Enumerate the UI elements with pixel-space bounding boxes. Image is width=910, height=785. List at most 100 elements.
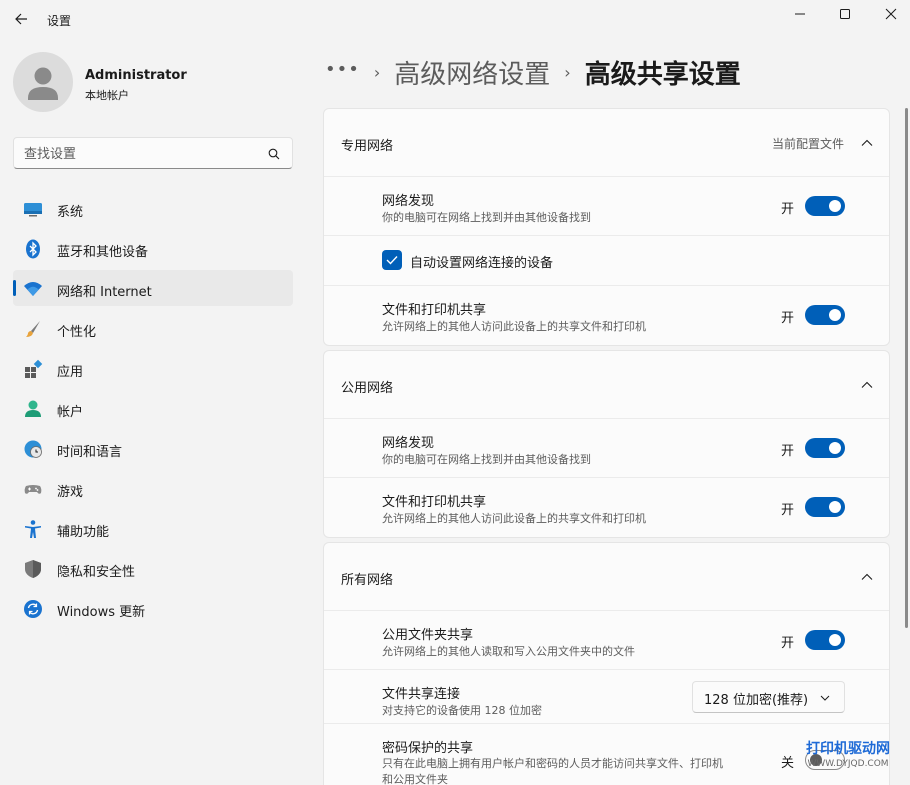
sidebar-item-system[interactable]: 系统 [13,190,293,226]
chevron-up-icon[interactable] [861,379,873,391]
back-button[interactable] [12,9,32,29]
scrollbar[interactable] [905,108,908,628]
update-icon [24,600,42,618]
brush-icon [26,321,40,337]
close-icon [885,8,897,20]
file-sharing-connection-row: 文件共享连接 对支持它的设备使用 128 位加密 128 位加密(推荐) [324,670,889,724]
sidebar-item-label: 蓝牙和其他设备 [57,245,149,260]
private-file-print-row: 文件和打印机共享 允许网络上的其他人访问此设备上的共享文件和打印机 开 [324,286,889,345]
sidebar-item-network[interactable]: 网络和 Internet [13,270,293,306]
password-protected-sharing-row: 密码保护的共享 只有在此电脑上拥有用户帐户和密码的人员才能访问共享文件、打印机 … [324,724,889,785]
sidebar-item-apps[interactable]: 应用 [13,350,293,386]
sidebar-item-label: 时间和语言 [57,445,123,460]
dropdown-selected-value: 128 位加密(推荐) [704,693,809,708]
public-file-print-row: 文件和打印机共享 允许网络上的其他人访问此设备上的共享文件和打印机 开 [324,478,889,537]
chevron-up-icon[interactable] [861,137,873,149]
toggle-state-label: 开 [780,636,794,651]
sidebar-item-windows-update[interactable]: Windows 更新 [13,590,293,626]
sidebar-item-label: 系统 [57,205,84,220]
toggle-state-label: 开 [780,311,794,326]
setting-title: 文件和打印机共享 [382,495,487,510]
search-input[interactable] [24,144,254,164]
sidebar-item-accessibility[interactable]: 辅助功能 [13,510,293,546]
all-networks-header[interactable]: 所有网络 [324,543,889,611]
section-title: 专用网络 [341,139,394,154]
auto-setup-row: 自动设置网络连接的设备 [324,236,889,286]
search-box[interactable] [13,137,293,169]
sidebar-item-label: 隐私和安全性 [57,565,136,580]
toggle-state-label: 关 [780,756,794,771]
sidebar-item-label: 应用 [57,365,84,380]
maximize-icon [840,9,850,19]
setting-title: 文件和打印机共享 [382,303,487,318]
user-profile[interactable]: Administrator 本地帐户 [13,52,293,116]
network-discovery-toggle[interactable] [805,438,845,458]
setting-description: 你的电脑可在网络上找到并由其他设备找到 [382,453,591,466]
setting-description-line: 和公用文件夹 [382,773,448,785]
search-icon[interactable] [268,148,280,160]
watermark-logo: 打印机驱动网 WWW.DYJQD.COM [806,738,890,769]
avatar [13,52,73,112]
chevron-up-icon[interactable] [861,571,873,583]
network-discovery-toggle[interactable] [805,196,845,216]
private-network-header[interactable]: 专用网络 当前配置文件 [324,109,889,177]
sidebar-item-privacy[interactable]: 隐私和安全性 [13,550,293,586]
apps-icon [25,359,43,378]
toggle-state-label: 开 [780,202,794,217]
public-network-header[interactable]: 公用网络 [324,351,889,419]
section-title: 公用网络 [341,381,394,396]
file-printer-sharing-toggle[interactable] [805,497,845,517]
shield-icon [25,560,41,578]
all-networks-card: 所有网络 公用文件夹共享 允许网络上的其他人读取和写入公用文件夹中的文件 开 文… [323,542,890,785]
sidebar-item-accounts[interactable]: 帐户 [13,390,293,426]
checkmark-icon [386,256,398,265]
chevron-right-icon: › [373,62,381,82]
page-title: 高级共享设置 [584,59,741,90]
accessibility-icon [25,520,41,538]
sidebar-item-bluetooth[interactable]: 蓝牙和其他设备 [13,230,293,266]
setting-description: 你的电脑可在网络上找到并由其他设备找到 [382,211,591,224]
breadcrumb-more-button[interactable]: ••• [325,59,360,80]
auto-setup-checkbox[interactable] [382,250,402,270]
toggle-state-label: 开 [780,503,794,518]
settings-content: 专用网络 当前配置文件 网络发现 你的电脑可在网络上找到并由其他设备找到 开 自… [323,108,890,785]
wifi-icon [24,282,42,296]
setting-title: 网络发现 [382,194,435,209]
minimize-button[interactable] [777,0,823,28]
file-printer-sharing-toggle[interactable] [805,305,845,325]
setting-title: 文件共享连接 [382,687,461,702]
sidebar-item-label: 辅助功能 [57,525,110,540]
profile-account-type: 本地帐户 [85,89,129,102]
current-profile-label: 当前配置文件 [771,137,844,151]
encryption-dropdown[interactable]: 128 位加密(推荐) [692,681,845,713]
setting-title: 密码保护的共享 [382,741,474,756]
toggle-state-label: 开 [780,444,794,459]
maximize-button[interactable] [822,0,868,28]
close-button[interactable] [868,0,910,28]
checkbox-label[interactable]: 自动设置网络连接的设备 [410,252,553,271]
breadcrumb: ••• › 高级网络设置 › 高级共享设置 [325,52,741,92]
app-title: 设置 [47,14,72,28]
title-bar: 设置 [0,0,910,40]
chevron-down-icon [820,695,830,701]
sidebar-nav: 系统 蓝牙和其他设备 网络和 Internet 个性化 应用 帐户 时间和语言 … [13,190,293,630]
public-folder-sharing-toggle[interactable] [805,630,845,650]
setting-description-line: 只有在此电脑上拥有用户帐户和密码的人员才能访问共享文件、打印机 [382,757,723,770]
sidebar-item-personalization[interactable]: 个性化 [13,310,293,346]
setting-title: 公用文件夹共享 [382,628,474,643]
chevron-right-icon: › [564,62,571,82]
sidebar-item-label: 网络和 Internet [57,285,152,300]
sidebar-item-time-language[interactable]: 时间和语言 [13,430,293,466]
watermark-text: 打印机驱动网 [806,741,890,757]
sidebar-item-label: 帐户 [57,405,84,420]
sidebar-item-gaming[interactable]: 游戏 [13,470,293,506]
section-title: 所有网络 [341,573,394,588]
active-indicator [13,280,16,296]
sidebar-item-label: 游戏 [57,485,84,500]
private-network-discovery-row: 网络发现 你的电脑可在网络上找到并由其他设备找到 开 [324,177,889,236]
profile-name: Administrator [85,68,187,83]
public-folder-sharing-row: 公用文件夹共享 允许网络上的其他人读取和写入公用文件夹中的文件 开 [324,611,889,670]
public-network-card: 公用网络 网络发现 你的电脑可在网络上找到并由其他设备找到 开 文件和打印机共享… [323,350,890,538]
back-arrow-icon [15,13,27,25]
breadcrumb-parent[interactable]: 高级网络设置 [394,54,550,91]
